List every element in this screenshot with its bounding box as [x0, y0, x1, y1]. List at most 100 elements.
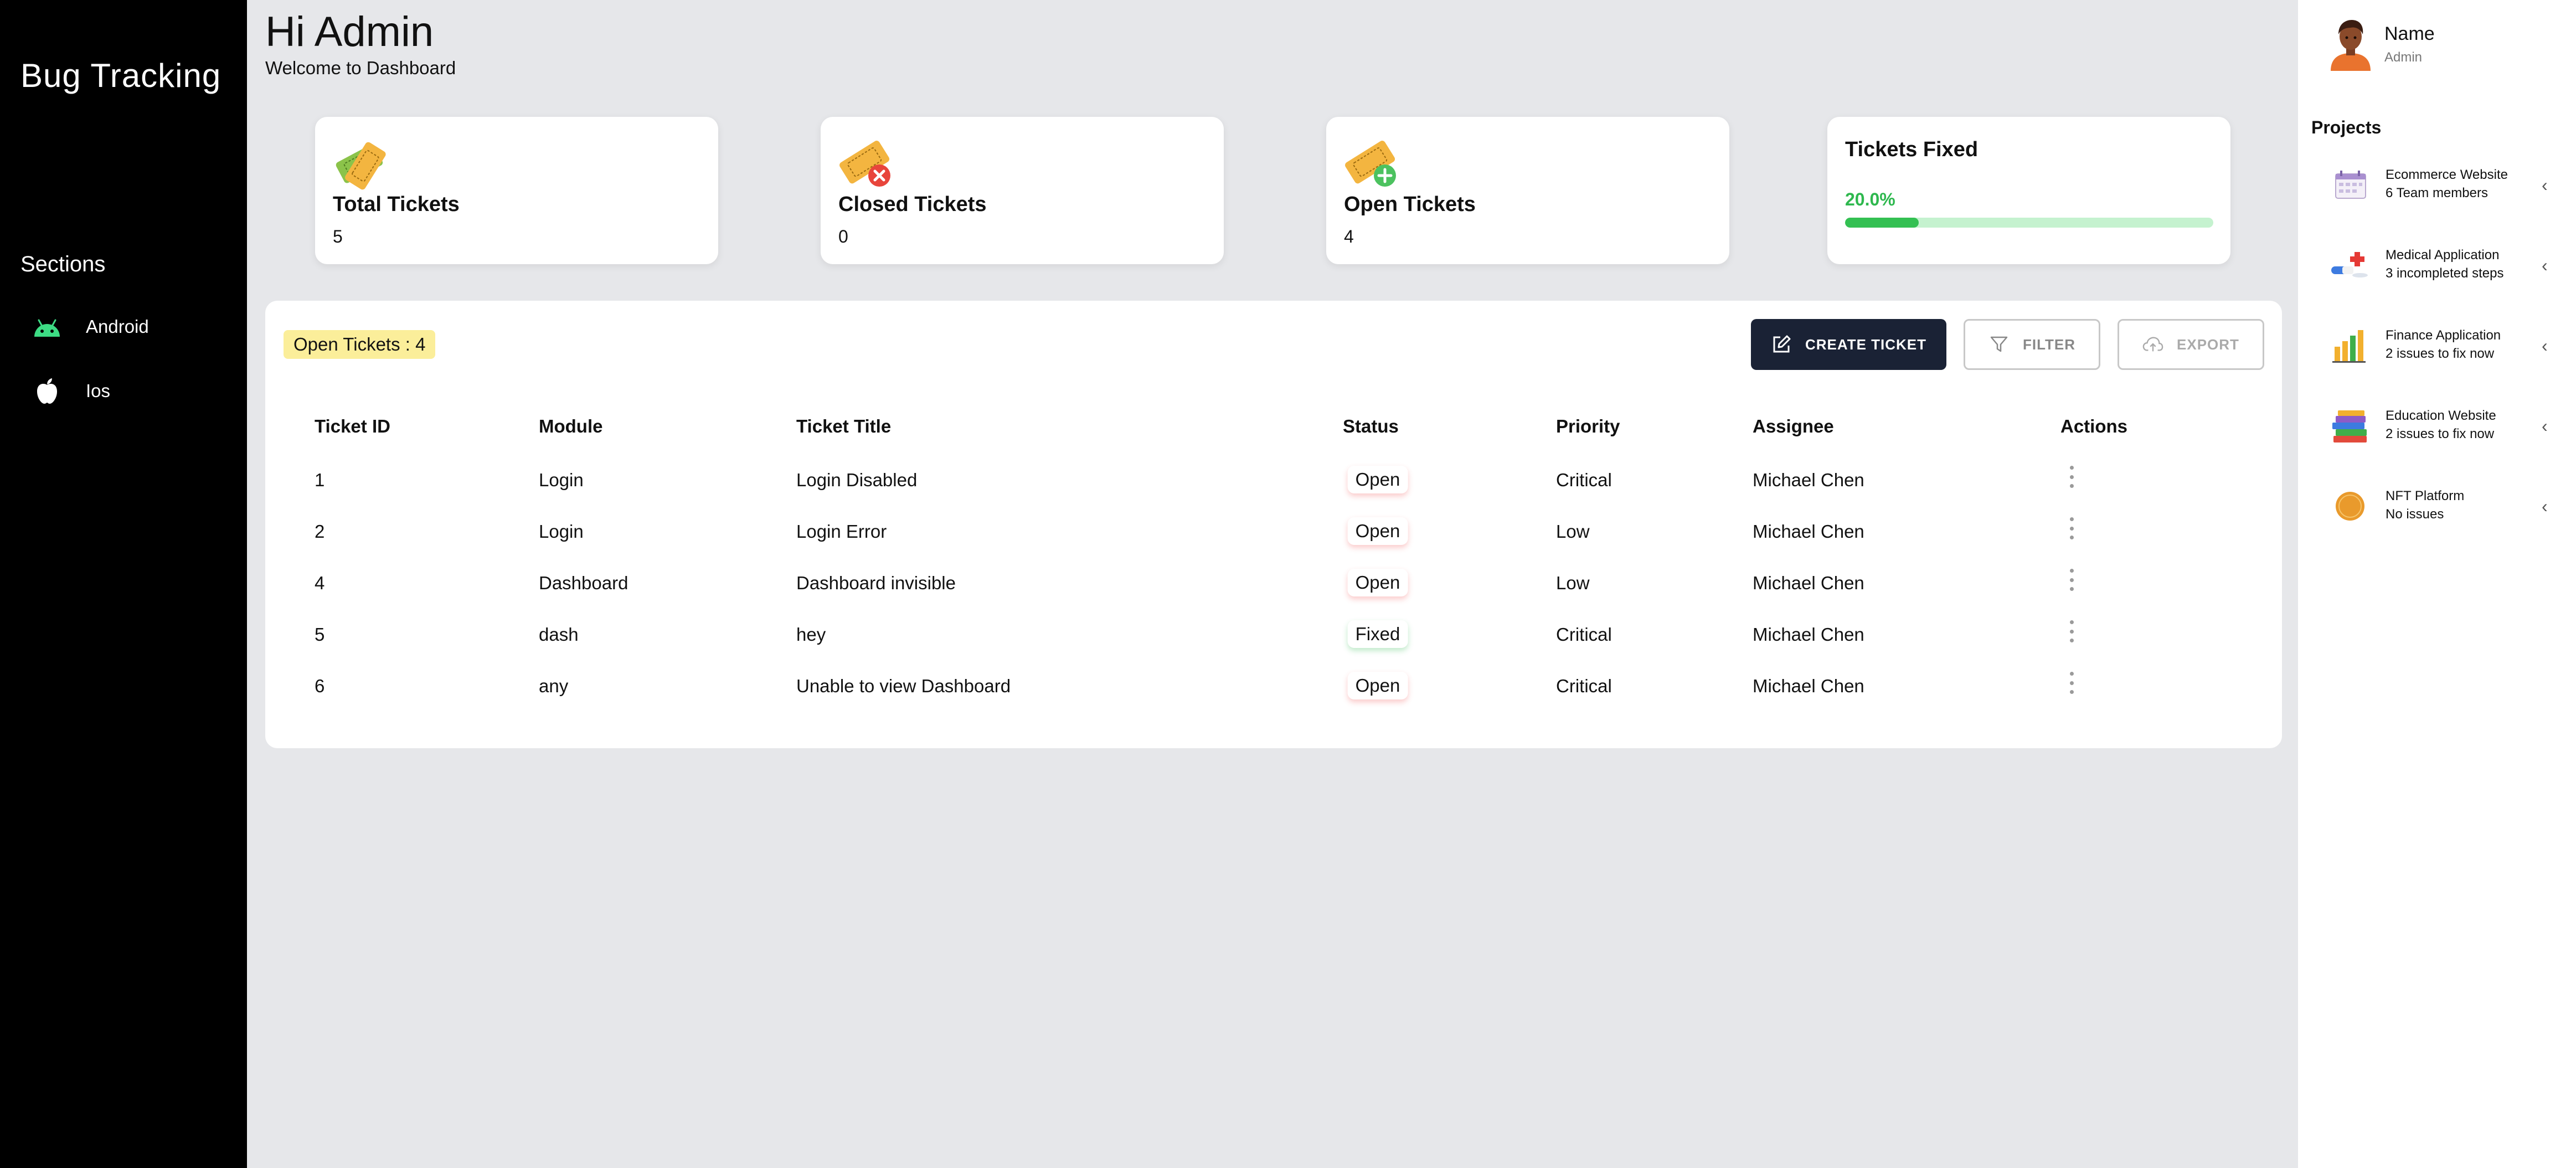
ticket-icon: [331, 135, 391, 190]
cell-module: Login: [539, 521, 584, 542]
stat-value: 0: [838, 227, 848, 246]
project-name: Education Website: [2386, 408, 2496, 423]
fixed-progress-fill: [1845, 218, 1919, 228]
project-status: No issues: [2386, 507, 2444, 522]
apple-icon: [32, 375, 63, 407]
stat-card-closed: Closed Tickets 0: [821, 117, 1224, 264]
project-name: Finance Application: [2386, 328, 2501, 343]
cell-ticket-id: 4: [315, 573, 325, 593]
cell-priority: Critical: [1556, 676, 1612, 696]
filter-button[interactable]: FILTER: [1964, 319, 2100, 370]
stat-value: 4: [1344, 227, 1354, 246]
tickets-panel: Open Tickets : 4 CREATE TICKET FILTER EX…: [265, 301, 2282, 748]
column-header-status: Status: [1343, 416, 1399, 436]
sidebar-item-android[interactable]: Android: [32, 307, 231, 346]
nft-coin-icon: [2329, 485, 2371, 527]
status-badge: Open: [1347, 466, 1408, 493]
chevron-left-icon: ‹: [2542, 496, 2548, 516]
cloud-upload-icon: [2142, 334, 2163, 355]
cell-ticket-id: 1: [315, 470, 325, 490]
profile-role: Admin: [2384, 50, 2423, 65]
stat-value: 5: [333, 227, 343, 246]
column-header-assignee: Assignee: [1753, 416, 1834, 436]
column-header-module: Module: [539, 416, 603, 436]
project-item-education[interactable]: Education Website 2 issues to fix now ‹: [2298, 396, 2576, 457]
project-name: NFT Platform: [2386, 488, 2465, 503]
medical-icon: [2329, 244, 2371, 286]
edit-icon: [1771, 334, 1792, 355]
right-panel: Name Admin Projects Ecommerce Website 6 …: [2298, 0, 2576, 1168]
create-ticket-label: CREATE TICKET: [1805, 336, 1927, 353]
stat-card-open: Open Tickets 4: [1326, 117, 1729, 264]
project-name: Medical Application: [2386, 248, 2500, 263]
cell-ticket-title: Login Disabled: [796, 470, 918, 490]
filter-label: FILTER: [2022, 336, 2076, 353]
project-status: 2 issues to fix now: [2386, 346, 2495, 361]
row-actions-menu-icon[interactable]: [2066, 569, 2077, 591]
chevron-left-icon: ‹: [2542, 336, 2548, 356]
project-status: 6 Team members: [2386, 186, 2488, 200]
cell-module: any: [539, 676, 569, 696]
filter-icon: [1988, 334, 2010, 355]
fixed-percent: 20.0%: [1845, 189, 1895, 209]
books-icon: [2329, 405, 2371, 447]
status-badge: Fixed: [1347, 620, 1408, 648]
status-badge: Open: [1347, 569, 1408, 596]
stat-label: Tickets Fixed: [1845, 138, 1979, 161]
export-button[interactable]: EXPORT: [2118, 319, 2264, 370]
project-status: 2 issues to fix now: [2386, 426, 2495, 441]
project-item-nft[interactable]: NFT Platform No issues ‹: [2298, 476, 2576, 537]
cell-priority: Low: [1556, 573, 1590, 593]
chevron-left-icon: ‹: [2542, 416, 2548, 436]
sidebar-item-label: Ios: [86, 380, 111, 401]
open-tickets-badge: Open Tickets : 4: [284, 330, 436, 359]
cell-ticket-id: 2: [315, 521, 325, 542]
profile-name: Name: [2384, 23, 2435, 44]
cell-assignee: Michael Chen: [1753, 573, 1864, 593]
cell-assignee: Michael Chen: [1753, 470, 1864, 490]
status-badge: Open: [1347, 672, 1408, 699]
calendar-icon: [2329, 164, 2371, 206]
fixed-progress-bar: [1845, 218, 2213, 228]
status-badge: Open: [1347, 517, 1408, 545]
chevron-left-icon: ‹: [2542, 175, 2548, 195]
column-header-actions: Actions: [2060, 416, 2128, 436]
stat-label: Total Tickets: [333, 193, 460, 216]
project-item-finance[interactable]: Finance Application 2 issues to fix now …: [2298, 316, 2576, 377]
stat-label: Open Tickets: [1344, 193, 1476, 216]
avatar[interactable]: [2323, 16, 2378, 71]
create-ticket-button[interactable]: CREATE TICKET: [1751, 319, 1946, 370]
cell-ticket-title: Dashboard invisible: [796, 573, 956, 593]
project-name: Ecommerce Website: [2386, 167, 2508, 182]
cell-assignee: Michael Chen: [1753, 624, 1864, 645]
stat-card-total: Total Tickets 5: [315, 117, 718, 264]
cell-module: dash: [539, 624, 579, 645]
chevron-left-icon: ‹: [2542, 255, 2548, 275]
page-subtitle: Welcome to Dashboard: [265, 58, 456, 78]
cell-priority: Critical: [1556, 624, 1612, 645]
export-label: EXPORT: [2177, 336, 2239, 353]
cell-ticket-title: Login Error: [796, 521, 887, 542]
cell-ticket-title: hey: [796, 624, 826, 645]
cell-module: Login: [539, 470, 584, 490]
row-actions-menu-icon[interactable]: [2066, 466, 2077, 488]
sections-heading: Sections: [20, 252, 106, 276]
cell-priority: Critical: [1556, 470, 1612, 490]
project-item-ecommerce[interactable]: Ecommerce Website 6 Team members ‹: [2298, 155, 2576, 216]
sidebar-item-ios[interactable]: Ios: [32, 372, 231, 410]
column-header-priority: Priority: [1556, 416, 1620, 436]
app-brand: Bug Tracking: [20, 57, 221, 94]
stat-card-fixed: Tickets Fixed 20.0%: [1827, 117, 2230, 264]
cell-module: Dashboard: [539, 573, 628, 593]
cell-assignee: Michael Chen: [1753, 676, 1864, 696]
cell-assignee: Michael Chen: [1753, 521, 1864, 542]
project-item-medical[interactable]: Medical Application 3 incompleted steps …: [2298, 235, 2576, 296]
stat-label: Closed Tickets: [838, 193, 987, 216]
row-actions-menu-icon[interactable]: [2066, 517, 2077, 539]
row-actions-menu-icon[interactable]: [2066, 672, 2077, 694]
cell-priority: Low: [1556, 521, 1590, 542]
cell-ticket-id: 6: [315, 676, 325, 696]
row-actions-menu-icon[interactable]: [2066, 620, 2077, 642]
cell-ticket-id: 5: [315, 624, 325, 645]
cell-ticket-title: Unable to view Dashboard: [796, 676, 1011, 696]
